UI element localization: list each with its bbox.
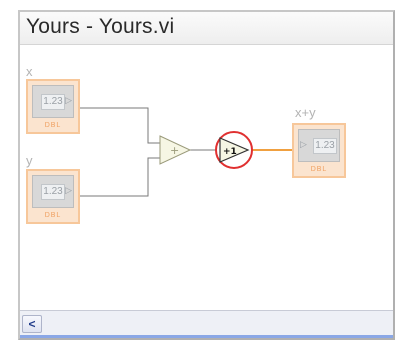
- input-arrow-icon: ▷: [300, 139, 307, 149]
- terminal-xy[interactable]: ▷ 1.23 DBL: [292, 123, 346, 178]
- increment-symbol: +1: [223, 147, 237, 157]
- terminal-x[interactable]: 1.23 ▷ DBL: [26, 79, 80, 134]
- vi-window: Yours - Yours.vi + +1 x 1.23 ▷ DBL y 1.2…: [18, 10, 395, 340]
- horizontal-scrollbar[interactable]: <: [20, 310, 393, 338]
- block-diagram[interactable]: + +1 x 1.23 ▷ DBL y 1.23 ▷ DBL x+y ▷ 1.2…: [20, 45, 393, 310]
- terminal-xy-type: DBL: [310, 166, 328, 173]
- add-node[interactable]: +: [159, 135, 192, 165]
- scroll-left-button[interactable]: <: [22, 315, 42, 333]
- terminal-xy-label: x+y: [295, 105, 316, 120]
- terminal-x-label: x: [26, 64, 33, 79]
- output-arrow-icon: ▷: [65, 95, 72, 105]
- wire-y[interactable]: [80, 157, 160, 197]
- terminal-x-body: 1.23 ▷: [32, 85, 74, 118]
- terminal-x-value: 1.23: [41, 94, 65, 110]
- terminal-y-body: 1.23 ▷: [32, 175, 74, 208]
- output-arrow-icon: ▷: [65, 185, 72, 195]
- terminal-y[interactable]: 1.23 ▷ DBL: [26, 169, 80, 224]
- wire-x[interactable]: [80, 107, 160, 144]
- terminal-xy-body: ▷ 1.23: [298, 129, 340, 162]
- terminal-y-type: DBL: [44, 212, 62, 219]
- terminal-y-value: 1.23: [41, 184, 65, 200]
- terminal-y-label: y: [26, 153, 33, 168]
- terminal-x-type: DBL: [44, 122, 62, 129]
- terminal-xy-value: 1.23: [313, 138, 337, 154]
- window-bottom-border: [20, 335, 393, 338]
- title-bar[interactable]: Yours - Yours.vi: [20, 12, 393, 45]
- increment-node[interactable]: +1: [215, 131, 253, 169]
- add-symbol: +: [170, 144, 179, 157]
- window-title: Yours - Yours.vi: [26, 15, 175, 38]
